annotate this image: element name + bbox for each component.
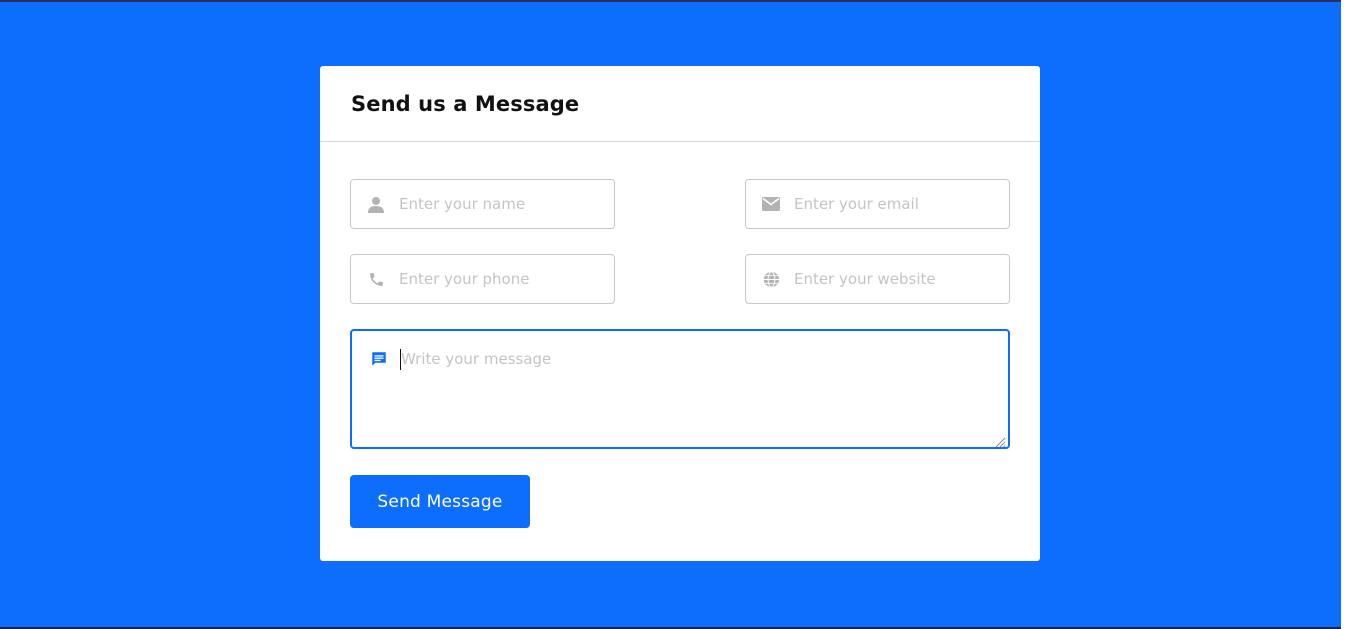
resize-handle-icon[interactable] (994, 433, 1006, 448)
email-input[interactable] (794, 195, 994, 213)
phone-input[interactable] (399, 270, 599, 288)
card-header: Send us a Message (320, 66, 1040, 142)
phone-icon (367, 270, 385, 288)
send-message-button[interactable]: Send Message (350, 475, 530, 528)
contact-form-card: Send us a Message Enter your name Enter … (320, 66, 1040, 561)
name-input[interactable] (399, 195, 599, 213)
name-field[interactable] (350, 179, 615, 229)
message-textarea[interactable]: Write your message (350, 329, 1010, 449)
message-icon (370, 350, 388, 368)
website-input[interactable] (794, 270, 994, 288)
phone-field[interactable] (350, 254, 615, 304)
form-title: Send us a Message (351, 91, 580, 116)
window-right-edge (1341, 0, 1360, 629)
envelope-icon (762, 195, 780, 213)
globe-icon (762, 270, 780, 288)
user-icon (367, 195, 385, 213)
message-placeholder: Write your message (401, 350, 552, 368)
email-field[interactable] (745, 179, 1010, 229)
website-field[interactable] (745, 254, 1010, 304)
